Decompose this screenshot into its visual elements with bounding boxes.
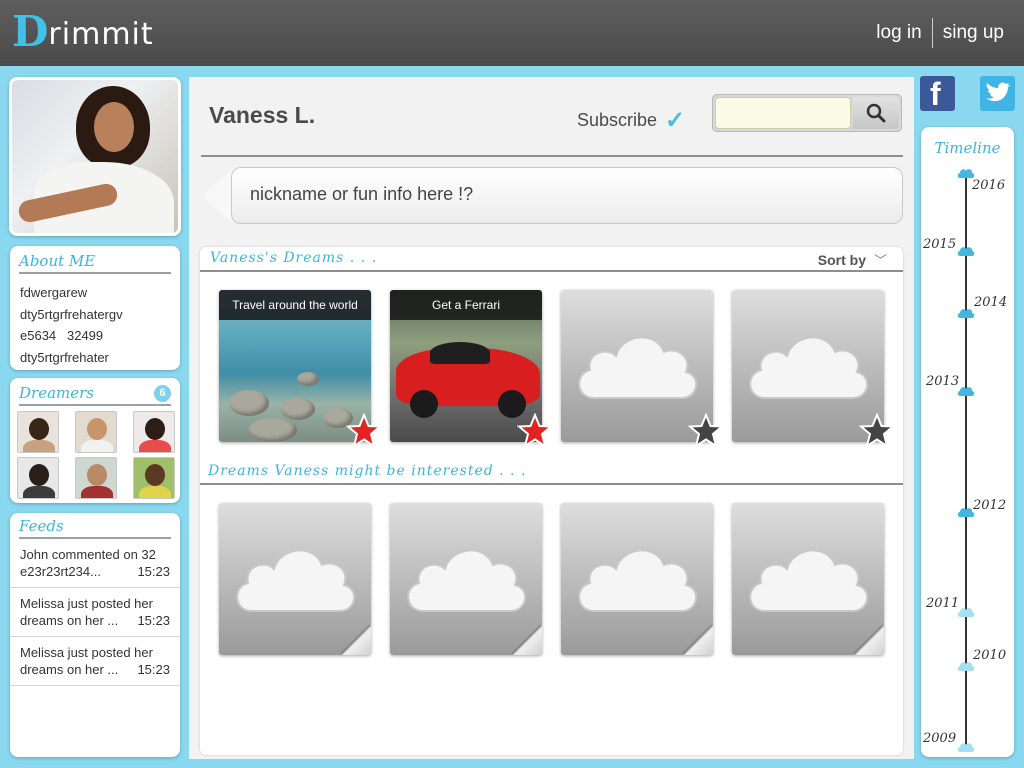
timeline-year[interactable]: 2012 xyxy=(973,498,1006,513)
feed-text: dreams on her ... xyxy=(20,613,119,628)
dreamer-avatar[interactable] xyxy=(75,411,117,453)
timeline-year[interactable]: 2014 xyxy=(974,295,1007,310)
dreams-title: Vaness's Dreams . . . xyxy=(210,250,378,266)
cloud-icon xyxy=(407,549,526,612)
dreamer-avatar[interactable] xyxy=(17,457,59,499)
suggested-dream-card[interactable] xyxy=(732,503,884,655)
feeds-panel: Feeds John commented on 32 e23r23rt234..… xyxy=(10,513,180,757)
timeline-marker[interactable] xyxy=(957,307,975,319)
timeline-year[interactable]: 2011 xyxy=(926,596,959,611)
timeline-year[interactable]: 2013 xyxy=(926,374,959,389)
sort-by-dropdown[interactable]: Sort by ﹀ xyxy=(818,250,887,269)
timeline-title: Timeline xyxy=(934,139,1001,157)
twitter-icon xyxy=(986,82,1011,102)
signup-link[interactable]: sing up xyxy=(933,22,1014,44)
star-icon[interactable] xyxy=(346,413,382,449)
feeds-title: Feeds xyxy=(19,515,171,539)
profile-photo[interactable] xyxy=(12,80,178,233)
feed-time: 15:23 xyxy=(137,613,170,628)
timeline-year[interactable]: 2016 xyxy=(972,178,1005,193)
suggested-dream-card[interactable] xyxy=(390,503,542,655)
check-icon: ✓ xyxy=(665,107,686,134)
timeline-marker[interactable] xyxy=(957,606,975,618)
suggested-dream-card[interactable] xyxy=(561,503,713,655)
about-me-title: About ME xyxy=(19,250,171,274)
about-me-panel: About ME fdwergarew dty5rtgrfrehatergv e… xyxy=(10,246,180,370)
timeline-marker[interactable] xyxy=(957,385,975,397)
search-button[interactable] xyxy=(853,97,899,129)
dream-card-title: Travel around the world xyxy=(219,290,371,320)
dreamer-avatar[interactable] xyxy=(133,411,175,453)
dreamers-panel: Dreamers 6 xyxy=(10,378,180,503)
feed-time: 15:23 xyxy=(137,662,170,677)
cloud-icon xyxy=(236,549,355,612)
logo-text: rimmit xyxy=(48,17,154,52)
timeline-year[interactable]: 2010 xyxy=(973,648,1006,663)
cloud-icon xyxy=(749,336,868,399)
search-box xyxy=(712,94,902,132)
info-speech-bubble: nickname or fun info here !? xyxy=(231,167,903,224)
sort-by-label: Sort by xyxy=(817,252,866,268)
dreamer-avatar[interactable] xyxy=(17,411,59,453)
divider xyxy=(201,155,903,157)
divider xyxy=(200,483,903,485)
divider xyxy=(200,270,903,272)
facebook-button[interactable]: f xyxy=(920,76,955,112)
feed-item[interactable]: Melissa just posted her dreams on her ..… xyxy=(10,588,180,637)
dreamers-header: Dreamers 6 xyxy=(19,382,171,406)
about-line: dty5rtgrfrehater xyxy=(20,349,109,365)
timeline-year[interactable]: 2009 xyxy=(923,731,956,746)
logo[interactable]: D rimmit xyxy=(12,7,154,56)
feed-item[interactable]: Melissa just posted her dreams on her ..… xyxy=(10,637,180,686)
star-icon[interactable] xyxy=(517,413,553,449)
dreams-panel: Vaness's Dreams . . . Sort by ﹀ Travel ar… xyxy=(200,247,903,755)
top-bar: D rimmit log in sing up xyxy=(0,0,1024,66)
star-icon[interactable] xyxy=(859,413,895,449)
profile-name: Vaness L. xyxy=(209,102,316,128)
auth-nav: log in sing up xyxy=(866,18,1014,48)
facebook-icon: f xyxy=(930,76,941,112)
about-line: dty5rtgrfrehatergv xyxy=(20,306,123,322)
timeline-year[interactable]: 2015 xyxy=(923,237,956,252)
feed-text: Melissa just posted her xyxy=(20,596,153,611)
about-line: e5634 32499 xyxy=(20,328,104,343)
cloud-icon xyxy=(578,336,697,399)
chevron-down-icon: ﹀ xyxy=(873,253,887,268)
logo-mark: D xyxy=(12,7,49,56)
cloud-icon xyxy=(578,549,697,612)
interested-title: Dreams Vaness might be interested . . . xyxy=(208,463,527,479)
feed-item[interactable]: John commented on 32 e23r23rt234... 15:23 xyxy=(10,539,180,588)
about-me-lines: fdwergarew dty5rtgrfrehatergv e5634 3249… xyxy=(10,274,180,376)
star-icon[interactable] xyxy=(688,413,724,449)
dreamer-avatar[interactable] xyxy=(75,457,117,499)
feed-text: Melissa just posted her xyxy=(20,645,153,660)
timeline-marker[interactable] xyxy=(957,741,975,753)
feed-text: dreams on her ... xyxy=(20,662,119,677)
profile-photo-frame xyxy=(9,77,181,236)
search-icon xyxy=(866,103,886,123)
search-input[interactable] xyxy=(715,97,851,129)
bubble-text: nickname or fun info here !? xyxy=(250,184,474,204)
twitter-button[interactable] xyxy=(980,76,1015,111)
photo-face xyxy=(94,102,134,152)
subscribe-label: Subscribe xyxy=(577,110,658,130)
subscribe-button[interactable]: Subscribe ✓ xyxy=(577,106,685,135)
dreamers-count-badge: 6 xyxy=(154,384,171,402)
timeline-panel: Timeline 2016 2015 2014 2013 2012 2011 2… xyxy=(921,127,1014,757)
feed-text: John commented on 32 xyxy=(20,547,156,562)
about-line: fdwergarew xyxy=(20,285,88,300)
feed-text: e23r23rt234... xyxy=(20,564,101,579)
suggested-dream-card[interactable] xyxy=(219,503,371,655)
dreamers-title: Dreamers xyxy=(19,384,94,402)
dream-card-title: Get a Ferrari xyxy=(390,290,542,320)
speech-bubble-tip xyxy=(203,169,232,223)
main-panel: Vaness L. Subscribe ✓ nickname or fun in… xyxy=(189,77,914,759)
dreamer-avatar[interactable] xyxy=(133,457,175,499)
dreamers-grid xyxy=(10,406,180,504)
feed-time: 15:23 xyxy=(137,564,170,579)
login-link[interactable]: log in xyxy=(866,22,931,44)
cloud-icon xyxy=(749,549,868,612)
timeline-marker[interactable] xyxy=(957,245,975,257)
